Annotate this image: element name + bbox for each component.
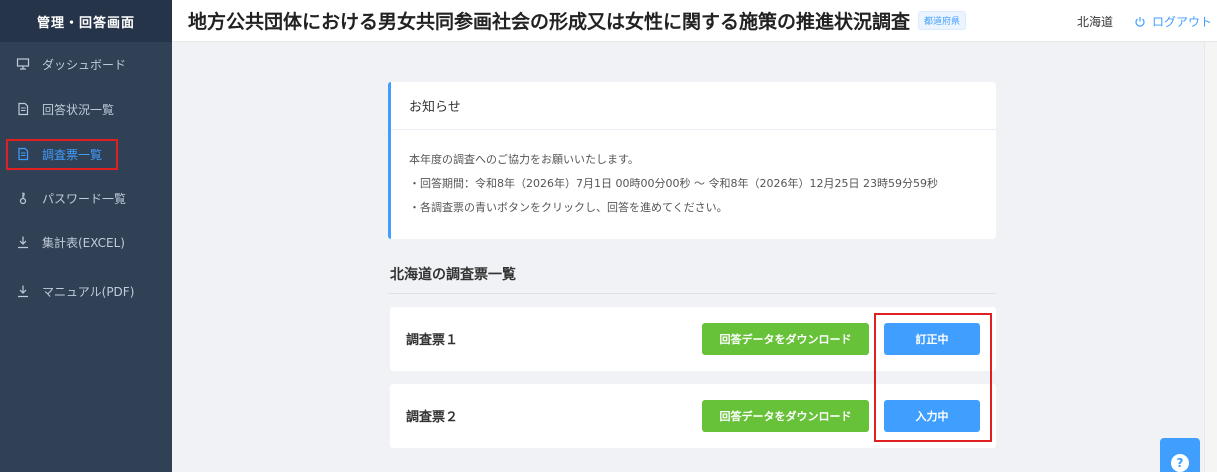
help-button[interactable]: ?	[1160, 438, 1200, 472]
survey-name: 調査票２	[406, 410, 459, 425]
sidebar-item-dashboard[interactable]: ダッシュボード	[0, 49, 172, 79]
sidebar-item-label: パスワード一覧	[42, 191, 127, 206]
power-icon	[1135, 16, 1145, 27]
sidebar-item-response-status[interactable]: 回答状況一覧	[0, 94, 172, 124]
page-title: 地方公共団体における男女共同参画社会の形成又は女性に関する施策の推進状況調査	[188, 11, 911, 33]
highlight-box	[874, 313, 992, 442]
notice-title: お知らせ	[391, 82, 996, 130]
help-icon: ?	[1171, 454, 1189, 472]
scrollbar[interactable]	[1204, 42, 1217, 472]
sidebar-item-label: 回答状況一覧	[42, 102, 115, 117]
download-data-button[interactable]: 回答データをダウンロード	[702, 323, 869, 355]
download-data-button[interactable]: 回答データをダウンロード	[702, 400, 869, 432]
key-icon	[16, 191, 30, 205]
notice-body: 本年度の調査へのご協力をお願いいたします。 ・回答期間：令和8年（2026年）7…	[391, 130, 996, 220]
sidebar-item-label: ダッシュボード	[42, 57, 127, 72]
notice-panel: お知らせ 本年度の調査へのご協力をお願いいたします。 ・回答期間：令和8年（20…	[388, 82, 996, 239]
document-icon	[16, 102, 30, 116]
sidebar: 管理・回答画面 ダッシュボード 回答状況一覧 調査票一覧 パスワード一覧 集計表…	[0, 0, 172, 472]
notice-line: ・回答期間：令和8年（2026年）7月1日 00時00分00秒 〜 令和8年（2…	[409, 177, 938, 190]
download-icon	[16, 284, 30, 298]
sidebar-item-excel[interactable]: 集計表(EXCEL)	[0, 227, 172, 257]
notice-line: 本年度の調査へのご協力をお願いいたします。	[409, 153, 639, 166]
notice-line: ・各調査票の青いボタンをクリックし、回答を進めてください。	[409, 201, 728, 214]
logout-label: ログアウト	[1152, 15, 1213, 29]
sidebar-title: 管理・回答画面	[0, 0, 172, 42]
survey-name: 調査票１	[406, 333, 459, 348]
user-name: 北海道	[1077, 15, 1114, 29]
category-tag: 都道府県	[918, 11, 967, 30]
sidebar-item-manual[interactable]: マニュアル(PDF)	[0, 276, 172, 306]
highlight-box	[6, 139, 118, 170]
survey-list-title: 北海道の調査票一覧	[390, 267, 516, 283]
header: 地方公共団体における男女共同参画社会の形成又は女性に関する施策の推進状況調査 都…	[172, 0, 1217, 42]
divider	[388, 293, 996, 294]
logout-link[interactable]: ログアウト	[1134, 13, 1212, 30]
sidebar-item-password-list[interactable]: パスワード一覧	[0, 183, 172, 213]
sidebar-item-label: 集計表(EXCEL)	[42, 235, 125, 250]
download-icon	[16, 235, 30, 249]
sidebar-item-label: マニュアル(PDF)	[42, 284, 135, 299]
dashboard-icon	[16, 57, 30, 71]
